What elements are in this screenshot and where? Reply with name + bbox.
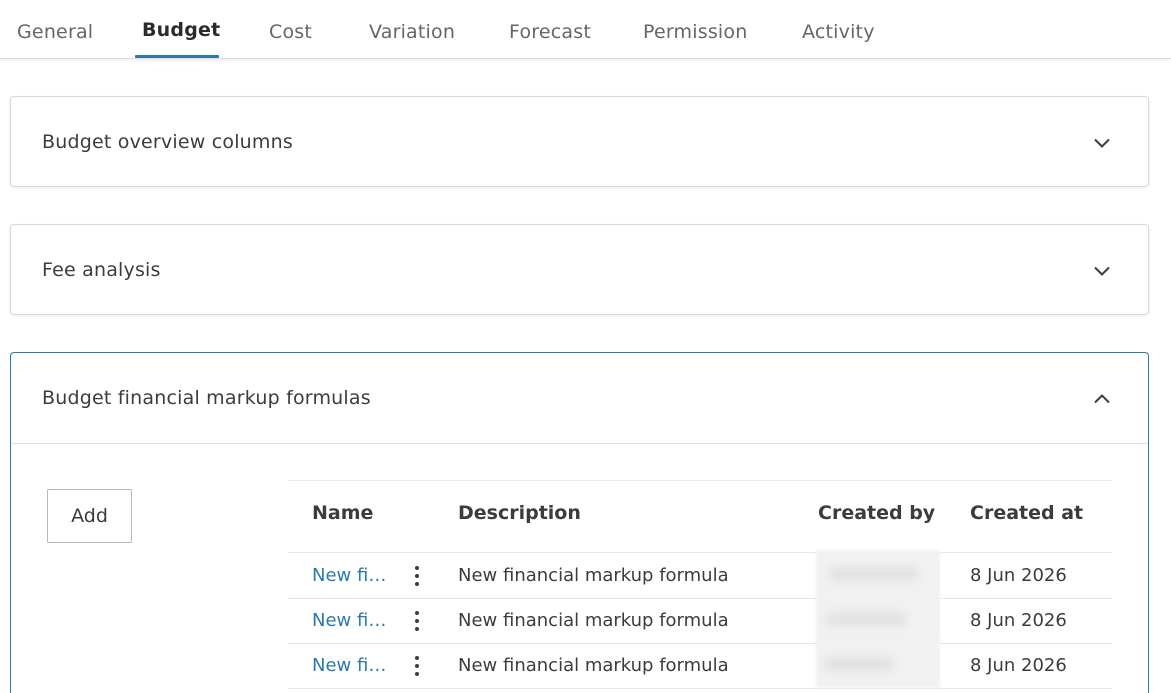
table-header: Name Description Created by Created at <box>288 480 1112 553</box>
created-at: 8 Jun 2026 <box>970 610 1067 631</box>
panel-title: Fee analysis <box>42 259 161 281</box>
chevron-down-icon <box>1094 138 1110 148</box>
column-header-name[interactable]: Name <box>312 502 373 524</box>
tab-bar: General Budget Cost Variation Forecast P… <box>0 0 1171 59</box>
tab-budget[interactable]: Budget <box>142 19 220 41</box>
budget-financial-markup-formulas-header[interactable]: Budget financial markup formulas <box>11 353 1148 443</box>
budget-overview-columns-panel: Budget overview columns <box>10 96 1149 187</box>
formula-name-link[interactable]: New fi… <box>312 565 386 586</box>
active-tab-indicator <box>135 55 219 58</box>
budget-financial-markup-formulas-panel: Budget financial markup formulas Add Nam… <box>10 352 1149 693</box>
created-by-redacted <box>816 550 940 598</box>
budget-overview-columns-header[interactable]: Budget overview columns <box>11 97 1148 187</box>
formula-name-link[interactable]: New fi… <box>312 610 386 631</box>
tab-variation[interactable]: Variation <box>369 21 455 43</box>
more-options-icon[interactable] <box>408 654 426 678</box>
column-header-created-by[interactable]: Created by <box>818 502 935 524</box>
table-row: New fi… New financial markup formula 8 J… <box>288 640 1112 689</box>
created-at: 8 Jun 2026 <box>970 655 1067 676</box>
more-options-icon[interactable] <box>408 564 426 588</box>
table-row: New fi… New financial markup formula 8 J… <box>288 550 1112 599</box>
column-header-created-at[interactable]: Created at <box>970 502 1083 524</box>
tab-general[interactable]: General <box>17 21 93 43</box>
column-header-description[interactable]: Description <box>458 502 581 524</box>
fee-analysis-header[interactable]: Fee analysis <box>11 225 1148 315</box>
tab-forecast[interactable]: Forecast <box>509 21 591 43</box>
formula-name-link[interactable]: New fi… <box>312 655 386 676</box>
chevron-up-icon <box>1094 394 1110 404</box>
panel-divider <box>11 443 1148 444</box>
created-by-redacted <box>816 640 940 688</box>
created-at: 8 Jun 2026 <box>970 565 1067 586</box>
chevron-down-icon <box>1094 266 1110 276</box>
panel-title: Budget overview columns <box>42 131 293 153</box>
tab-permission[interactable]: Permission <box>643 21 747 43</box>
table-row: New fi… New financial markup formula 8 J… <box>288 595 1112 644</box>
more-options-icon[interactable] <box>408 609 426 633</box>
created-by-redacted <box>816 595 940 643</box>
fee-analysis-panel: Fee analysis <box>10 224 1149 315</box>
add-button[interactable]: Add <box>47 489 132 543</box>
tab-cost[interactable]: Cost <box>269 21 312 43</box>
tab-activity[interactable]: Activity <box>802 21 875 43</box>
panel-title: Budget financial markup formulas <box>42 387 371 409</box>
formula-description: New financial markup formula <box>458 655 729 676</box>
formula-description: New financial markup formula <box>458 565 729 586</box>
formula-description: New financial markup formula <box>458 610 729 631</box>
